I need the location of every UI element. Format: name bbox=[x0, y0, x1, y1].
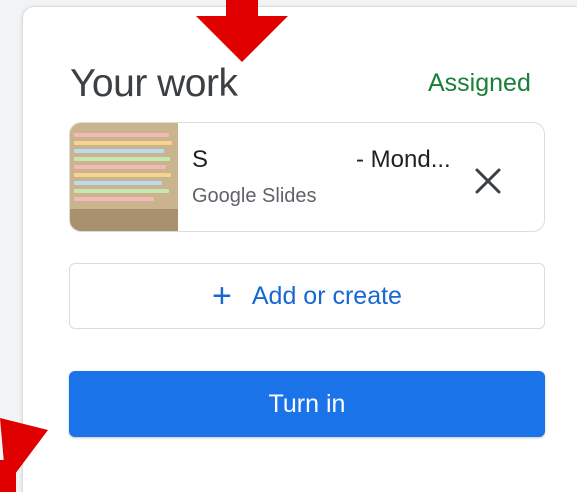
status-badge: Assigned bbox=[428, 69, 531, 97]
annotation-arrow-down-icon bbox=[196, 0, 288, 62]
plus-icon: + bbox=[212, 277, 232, 315]
slides-thumbnail bbox=[70, 123, 178, 231]
close-icon bbox=[475, 168, 501, 194]
attachment-title-start: S bbox=[192, 146, 209, 173]
your-work-card: Your work Assigned S - Mond... Google Sli… bbox=[22, 6, 577, 492]
add-or-create-button[interactable]: + Add or create bbox=[69, 263, 545, 329]
remove-attachment-button[interactable] bbox=[468, 161, 508, 201]
redaction bbox=[208, 148, 357, 173]
turn-in-button[interactable]: Turn in bbox=[69, 371, 545, 437]
annotation-arrow-diagonal-icon bbox=[0, 418, 48, 492]
attachment-type: Google Slides bbox=[192, 185, 317, 207]
card-title: Your work bbox=[70, 62, 238, 105]
add-or-create-label: Add or create bbox=[251, 281, 402, 310]
attachment-item[interactable]: S - Mond... Google Slides bbox=[69, 122, 545, 232]
attachment-title-end: - Mond... bbox=[356, 146, 451, 173]
attachment-title[interactable]: S - Mond... bbox=[192, 145, 451, 175]
